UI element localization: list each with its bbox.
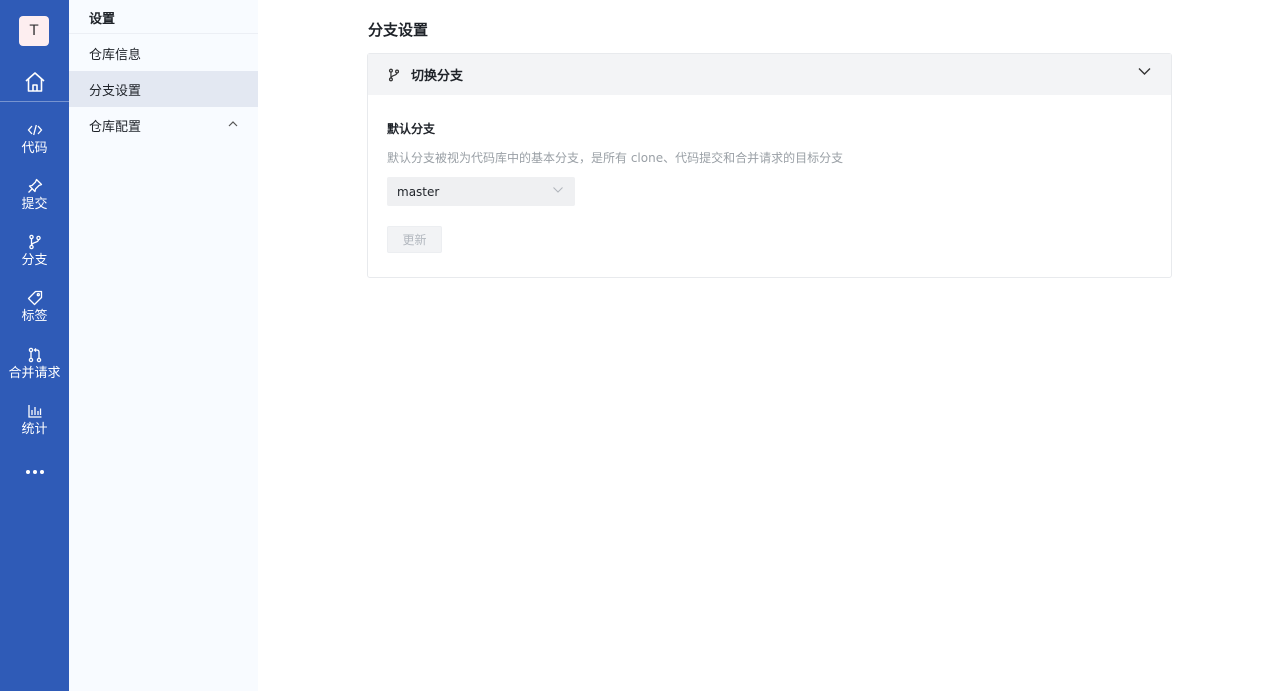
rail-item-label: 合并请求: [8, 366, 61, 381]
settings-nav: 设置 仓库信息 分支设置 仓库配置: [69, 0, 258, 691]
rail-item-merge-requests[interactable]: 合并请求: [0, 347, 69, 397]
settings-nav-item-label: 仓库信息: [89, 47, 142, 63]
more-button[interactable]: [0, 462, 69, 482]
rail-item-label: 代码: [21, 141, 48, 156]
tag-icon: [27, 290, 42, 306]
chevron-down-icon: [553, 187, 563, 193]
rail-item-label: 标签: [21, 309, 48, 324]
settings-nav-item-branch-settings[interactable]: 分支设置: [69, 71, 258, 107]
rail-item-branches[interactable]: 分支: [0, 234, 69, 284]
default-branch-label: 默认分支: [387, 122, 436, 136]
panel-title: 切换分支: [411, 69, 464, 84]
settings-nav-item-label: 仓库配置: [89, 119, 142, 135]
settings-nav-item-repo-info[interactable]: 仓库信息: [69, 35, 258, 71]
code-icon: [27, 124, 42, 136]
rail-item-label: 提交: [21, 197, 48, 212]
rail-item-code[interactable]: 代码: [0, 122, 69, 172]
rail-item-label: 分支: [21, 253, 48, 268]
branch-icon: [28, 234, 41, 250]
switch-branch-panel: 切换分支 默认分支 默认分支被视为代码库中的基本分支，是所有 clone、代码提…: [367, 53, 1172, 278]
settings-nav-title: 设置: [69, 0, 258, 34]
rail-item-stats[interactable]: 统计: [0, 403, 69, 453]
home-icon: [24, 72, 45, 92]
rail-item-commits[interactable]: 提交: [0, 178, 69, 228]
home-button[interactable]: [0, 62, 69, 102]
more-dot-icon: [39, 470, 44, 474]
branch-icon: [388, 68, 400, 81]
chevron-up-icon: [228, 121, 238, 127]
default-branch-select-value: master: [397, 184, 440, 199]
merge-request-icon: [28, 347, 41, 363]
pin-icon: [27, 178, 42, 193]
default-branch-select[interactable]: master: [387, 177, 575, 206]
more-dot-icon: [32, 470, 37, 474]
update-button[interactable]: 更新: [387, 226, 442, 253]
default-branch-description: 默认分支被视为代码库中的基本分支，是所有 clone、代码提交和合并请求的目标分…: [387, 151, 844, 165]
rail-item-tags[interactable]: 标签: [0, 290, 69, 340]
switch-branch-panel-header[interactable]: 切换分支: [368, 54, 1171, 95]
chevron-down-icon[interactable]: [1138, 67, 1151, 76]
settings-nav-item-repo-config[interactable]: 仓库配置: [69, 107, 258, 143]
rail-item-label: 统计: [21, 422, 48, 437]
rail-divider: [0, 101, 69, 102]
bar-chart-icon: [27, 405, 41, 418]
settings-nav-item-label: 分支设置: [89, 83, 142, 99]
primary-rail: T 代码 提交 分支 标签 合并请求 统计: [0, 0, 69, 691]
page-title: 分支设置: [368, 21, 429, 39]
repo-avatar[interactable]: T: [19, 16, 49, 46]
more-dot-icon: [25, 470, 30, 474]
